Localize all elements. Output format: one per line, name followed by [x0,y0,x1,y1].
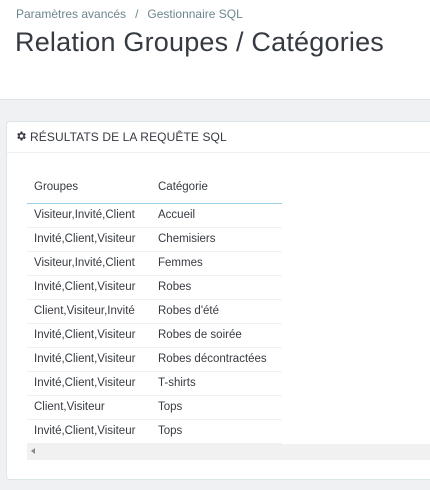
table-row: Invité,Client,Visiteur Robes [27,275,282,300]
table-row: Client,Visiteur,Invité Robes d'été [27,299,282,324]
cell-groups: Invité,Client,Visiteur [27,323,151,348]
cell-groups: Invité,Client,Visiteur [27,347,151,372]
scrollbar-thumb[interactable] [43,448,273,456]
cell-groups: Invité,Client,Visiteur [27,275,151,300]
page-title: Relation Groupes / Catégories [15,27,384,57]
breadcrumb: Paramètres avancés / Gestionnaire SQL [16,7,243,21]
cell-category: Tops [151,419,282,444]
results-table-container: Groupes Catégorie Visiteur,Invité,Client… [27,172,430,444]
breadcrumb-link-advanced-parameters[interactable]: Paramètres avancés [16,7,126,21]
cell-category: Femmes [151,251,282,276]
cell-category: Robes [151,275,282,300]
cell-groups: Client,Visiteur [27,395,151,420]
table-row: Invité,Client,Visiteur Robes décontractée… [27,347,282,372]
breadcrumb-link-sql-manager[interactable]: Gestionnaire SQL [147,7,242,21]
cell-groups: Invité,Client,Visiteur [27,227,151,252]
cell-groups: Invité,Client,Visiteur [27,419,151,444]
cell-groups: Invité,Client,Visiteur [27,371,151,396]
cell-category: Accueil [151,203,282,228]
table-row: Client,Visiteur Tops [27,395,282,420]
panel-title: RÉSULTATS DE LA REQUÊTE SQL [30,130,227,144]
cell-category: Robes d'été [151,299,282,324]
page-header: Paramètres avancés / Gestionnaire SQL Rela… [0,0,430,100]
results-table: Groupes Catégorie Visiteur,Invité,Client… [27,172,282,444]
table-row: Visiteur,Invité,Client Femmes [27,251,282,276]
cell-groups: Client,Visiteur,Invité [27,299,151,324]
column-header-categorie: Catégorie [151,172,282,204]
scroll-left-arrow-icon[interactable] [31,448,35,454]
cell-category: Chemisiers [151,227,282,252]
table-row: Invité,Client,Visiteur T-shirts [27,371,282,396]
panel-heading: RÉSULTATS DE LA REQUÊTE SQL [7,122,430,153]
header-divider [0,99,430,100]
cell-category: Robes décontractées [151,347,282,372]
horizontal-scrollbar[interactable] [27,444,430,460]
table-row: Invité,Client,Visiteur Tops [27,419,282,444]
cell-category: T-shirts [151,371,282,396]
cell-groups: Visiteur,Invité,Client [27,203,151,228]
table-row: Invité,Client,Visiteur Chemisiers [27,227,282,252]
cell-groups: Visiteur,Invité,Client [27,251,151,276]
table-header-row: Groupes Catégorie [27,172,282,204]
cell-category: Robes de soirée [151,323,282,348]
table-row: Visiteur,Invité,Client Accueil [27,203,282,228]
table-row: Invité,Client,Visiteur Robes de soirée [27,323,282,348]
gear-icon [17,131,26,141]
column-header-groupes: Groupes [27,172,151,204]
breadcrumb-separator: / [135,7,139,21]
cell-category: Tops [151,395,282,420]
sql-results-panel: RÉSULTATS DE LA REQUÊTE SQL Groupes Caté… [6,121,430,480]
